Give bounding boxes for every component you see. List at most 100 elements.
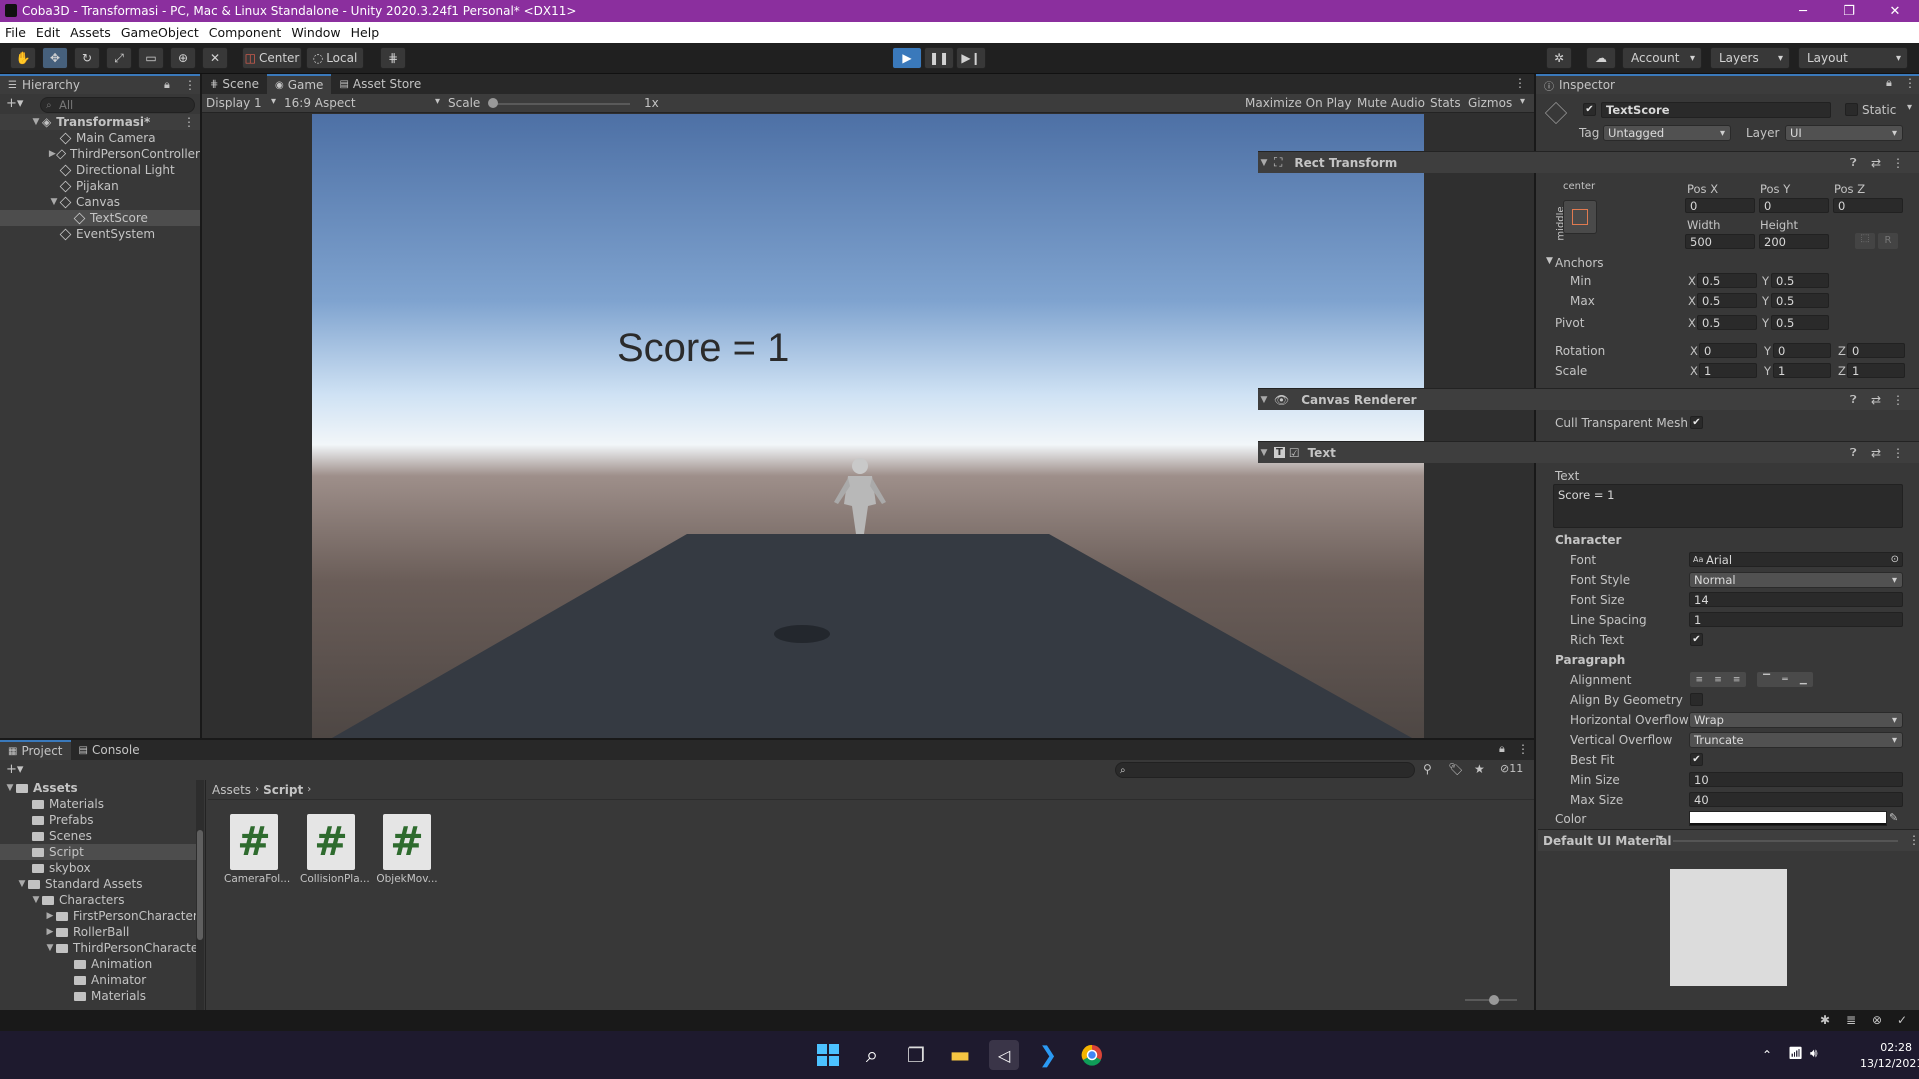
check-icon[interactable]: ✓ (1897, 1013, 1907, 1027)
font-style-dropdown[interactable]: Normal (1689, 572, 1903, 588)
add-icon[interactable]: +▾ (6, 762, 23, 777)
min-size-field[interactable]: 10 (1689, 772, 1903, 787)
font-size-field[interactable]: 14 (1689, 592, 1903, 607)
tree-scrollbar[interactable] (196, 780, 204, 1010)
database-icon[interactable]: ≣ (1846, 1013, 1856, 1027)
eyedropper-icon[interactable]: ✎ (1889, 811, 1898, 824)
anchor-min-y-field[interactable]: 0.5 (1771, 273, 1829, 288)
canvas-renderer-header[interactable]: ▼ 👁︎ Canvas Renderer ❓︎ ⇄ ⋮ (1258, 388, 1919, 410)
scale-y-field[interactable]: 1 (1773, 363, 1831, 378)
rect-transform-header[interactable]: ▼ ⛶ Rect Transform ❓︎ ⇄ ⋮ (1258, 151, 1919, 173)
menu-edit[interactable]: Edit (31, 25, 65, 40)
object-picker-icon[interactable]: ⊙ (1891, 554, 1899, 565)
tree-item[interactable]: ▶ FirstPersonCharacter (0, 908, 198, 924)
active-checkbox[interactable]: ✔ (1583, 103, 1596, 116)
pivot-center-button[interactable]: ◫ Center (242, 47, 302, 69)
no-network-icon[interactable]: ⊗ (1872, 1013, 1882, 1027)
vertical-alignment-group[interactable]: ▔ ═ ▁ (1757, 672, 1813, 687)
scale-tool-icon[interactable]: ⤢ (106, 47, 132, 69)
hierarchy-item[interactable]: EventSystem (0, 226, 155, 242)
clock[interactable]: 02:28 13/12/2021 (1860, 1040, 1919, 1072)
maximize-on-play-button[interactable]: Maximize On Play (1245, 96, 1352, 110)
more-icon[interactable]: ⋮ (1908, 833, 1919, 847)
rich-text-checkbox[interactable]: ✔ (1690, 633, 1703, 646)
scene-row[interactable]: ▼ ◈ Transformasi* ⋮ (0, 114, 200, 130)
chevron-down-icon[interactable]: ▾ (1907, 102, 1912, 113)
object-name-field[interactable]: TextScore (1601, 102, 1831, 118)
tree-item[interactable]: ▼ Characters (0, 892, 125, 908)
help-icon[interactable]: ❓︎ (1850, 393, 1857, 407)
menu-gameobject[interactable]: GameObject (116, 25, 204, 40)
anchor-max-x-field[interactable]: 0.5 (1697, 293, 1757, 308)
scale-slider-handle[interactable] (488, 98, 498, 108)
layers-dropdown[interactable]: Layers ▾ (1710, 47, 1790, 69)
pivot-local-button[interactable]: ◌ Local (306, 47, 364, 69)
tab-game[interactable]: ◉ Game (266, 74, 332, 94)
expand-arrow-icon[interactable]: ▼ (1258, 395, 1270, 405)
hierarchy-item[interactable]: ▶ ThirdPersonController (0, 146, 200, 162)
search-icon[interactable]: ⌕ (857, 1040, 887, 1070)
volume-icon[interactable]: 🔊︎ (1810, 1046, 1818, 1061)
tree-item[interactable]: Materials (0, 796, 104, 812)
preset-icon[interactable]: ⇄ (1871, 393, 1881, 407)
tab-console[interactable]: ▤ Console (71, 740, 148, 760)
align-middle-icon[interactable]: ═ (1782, 675, 1787, 685)
v-overflow-dropdown[interactable]: Truncate (1689, 732, 1903, 748)
expand-arrow-icon[interactable]: ▼ (1258, 448, 1270, 458)
mute-audio-button[interactable]: Mute Audio (1357, 96, 1425, 110)
expand-arrow-icon[interactable]: ▼ (16, 879, 28, 889)
font-field[interactable]: Aa Arial ⊙ (1689, 552, 1903, 567)
chrome-icon[interactable] (1077, 1040, 1107, 1070)
tree-item[interactable]: Scenes (0, 828, 92, 844)
play-button[interactable]: ▶ (892, 47, 922, 69)
scale-z-field[interactable]: 1 (1847, 363, 1905, 378)
tree-item[interactable]: ▶ RollerBall (0, 924, 130, 940)
step-button[interactable]: ▶❙ (956, 47, 986, 69)
tree-item[interactable]: Prefabs (0, 812, 94, 828)
scale-slider[interactable] (490, 103, 630, 105)
more-icon[interactable]: ⋮ (1892, 393, 1904, 407)
tag-dropdown[interactable]: Untagged (1603, 125, 1731, 141)
blueprint-mode-icon[interactable]: ⬚ (1855, 233, 1875, 249)
align-top-icon[interactable]: ▔ (1763, 675, 1770, 685)
inspector-lock-icon[interactable]: 🔒︎ (1886, 76, 1892, 90)
cull-transparent-checkbox[interactable]: ✔ (1690, 416, 1703, 429)
menu-help[interactable]: Help (346, 25, 385, 40)
task-view-icon[interactable]: ❐ (901, 1040, 931, 1070)
enabled-check-icon[interactable]: ☑ (1289, 446, 1300, 460)
expand-arrow-icon[interactable]: ▼ (1546, 256, 1553, 266)
collapse-arrow-icon[interactable]: ▶ (44, 911, 56, 921)
collapse-arrow-icon[interactable]: ▶ (44, 927, 56, 937)
expand-arrow-icon[interactable]: ▼ (1258, 158, 1270, 168)
layer-dropdown[interactable]: UI (1785, 125, 1903, 141)
color-swatch[interactable] (1689, 811, 1887, 826)
collab-icon[interactable]: ✲ (1546, 47, 1572, 69)
close-button[interactable]: ✕ (1872, 0, 1918, 22)
wifi-icon[interactable]: 📶︎ (1788, 1046, 1803, 1060)
hand-tool-icon[interactable]: ✋ (10, 47, 36, 69)
raw-edit-button[interactable]: R (1878, 233, 1898, 249)
aspect-dropdown[interactable]: 16:9 Aspect ▾ (284, 96, 442, 110)
hierarchy-item[interactable]: Main Camera (0, 130, 156, 146)
align-bottom-icon[interactable]: ▁ (1800, 675, 1807, 685)
help-icon[interactable]: ❓︎ (1850, 446, 1857, 460)
tab-scene[interactable]: ⋕ Scene (202, 74, 267, 94)
bug-icon[interactable]: ✱ (1820, 1013, 1830, 1027)
align-geometry-checkbox[interactable] (1690, 693, 1703, 706)
rotation-z-field[interactable]: 0 (1847, 343, 1905, 358)
more-icon[interactable]: ⋮ (184, 78, 196, 92)
scale-x-field[interactable]: 1 (1699, 363, 1757, 378)
align-right-icon[interactable]: ≡ (1733, 675, 1741, 685)
script-file[interactable]: # ObjekMov... (376, 814, 438, 885)
hierarchy-item[interactable]: Directional Light (0, 162, 175, 178)
text-component-header[interactable]: ▼ T ☑ Text ❓︎ ⇄ ⋮ (1258, 441, 1919, 463)
script-file[interactable]: # CameraFol... (224, 814, 290, 885)
file-explorer-icon[interactable]: ▬ (945, 1040, 975, 1070)
menu-assets[interactable]: Assets (65, 25, 116, 40)
project-more-icon[interactable]: ⋮ (1517, 742, 1529, 756)
align-center-icon[interactable]: ≡ (1714, 675, 1722, 685)
posz-field[interactable]: 0 (1833, 198, 1903, 213)
tab-inspector[interactable]: ⓘ Inspector (1536, 74, 1919, 94)
chevron-up-icon[interactable]: ⌃ (1762, 1048, 1772, 1062)
pivot-x-field[interactable]: 0.5 (1697, 315, 1757, 330)
